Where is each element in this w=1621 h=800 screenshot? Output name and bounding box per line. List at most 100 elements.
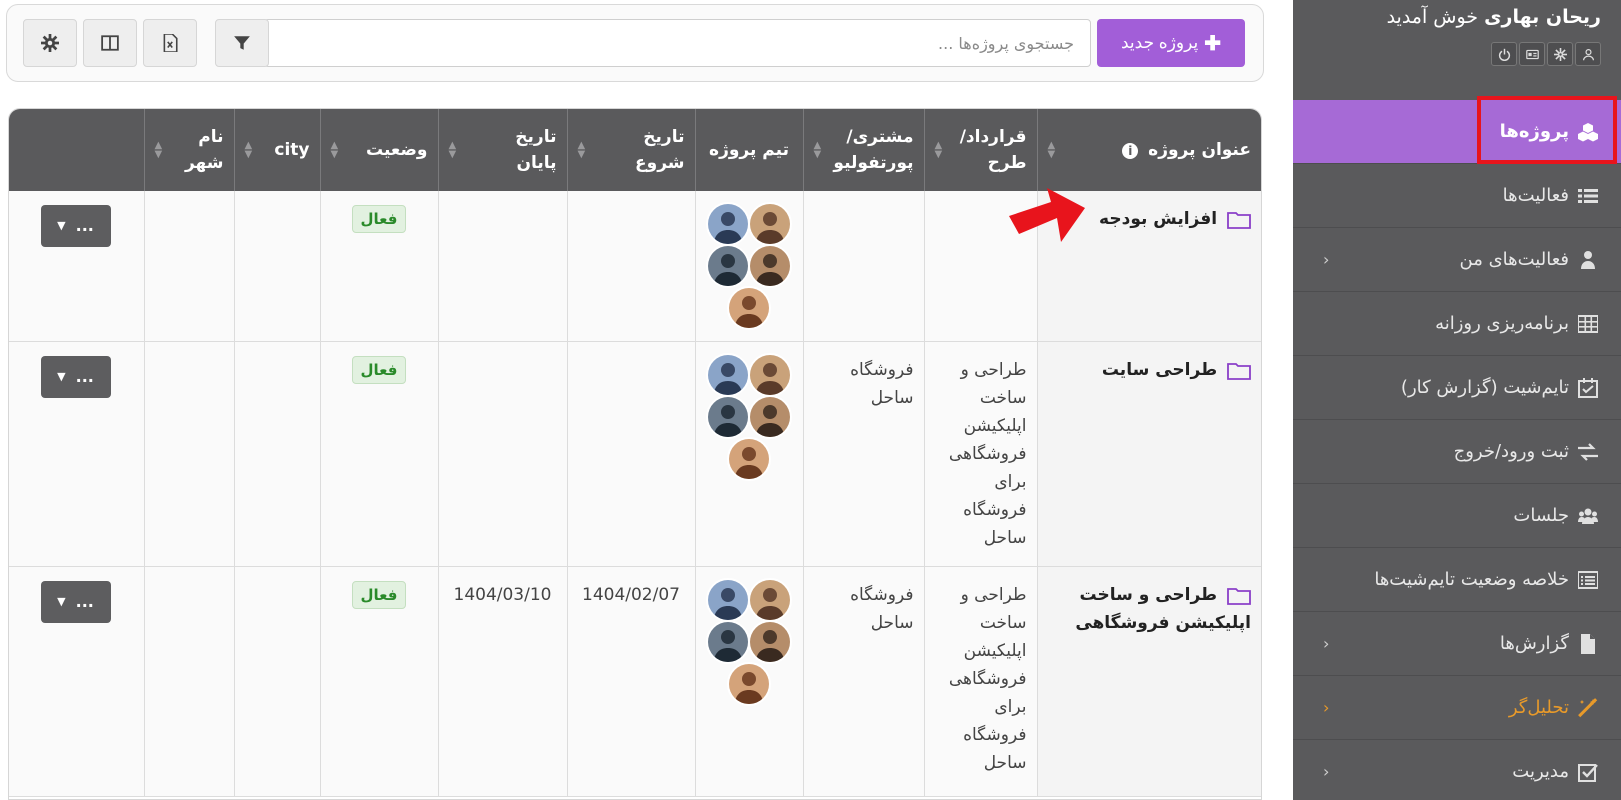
sidebar-item-check-in-out[interactable]: ثبت ورود/خروج xyxy=(1293,420,1621,484)
sidebar-item-timesheet[interactable]: تایم‌شیت (گزارش کار) xyxy=(1293,356,1621,420)
header-label: قرارداد/ طرح xyxy=(959,127,1027,173)
columns-button[interactable] xyxy=(83,19,137,67)
new-project-button[interactable]: ✚ پروژه جدید xyxy=(1097,19,1245,67)
file-icon xyxy=(1577,633,1599,655)
avatar[interactable] xyxy=(748,620,792,664)
sidebar-item-label: خلاصه وضعیت تایم‌شیت‌ها xyxy=(1374,569,1569,590)
sidebar-item-label: جلسات xyxy=(1513,505,1569,526)
excel-export-button[interactable] xyxy=(143,19,197,67)
sidebar-item-reports[interactable]: گزارش‌ها ‹ xyxy=(1293,612,1621,676)
col-header-contract[interactable]: قرارداد/ طرح ▲ ▼ xyxy=(923,109,1037,191)
project-title[interactable]: طراحی و ساخت اپلیکیشن فروشگاهی xyxy=(1075,585,1251,633)
col-header-client[interactable]: مشتری/ پورتفولیو ▲ ▼ xyxy=(802,109,924,191)
sidebar-item-label: فعالیت‌های من xyxy=(1459,249,1570,270)
table-row[interactable]: طراحی سایت طراحی و ساخت اپلیکیشن فروشگاه… xyxy=(9,341,1261,567)
filter-button[interactable] xyxy=(215,19,269,67)
avatar[interactable] xyxy=(748,202,792,246)
col-header-team: تیم پروژه xyxy=(694,109,803,191)
project-title[interactable]: افزایش بودجه xyxy=(1099,209,1217,229)
sidebar-item-daily-planning[interactable]: برنامه‌ریزی روزانه xyxy=(1293,292,1621,356)
cell-start-date xyxy=(566,341,695,567)
sort-icon[interactable]: ▲ ▼ xyxy=(935,141,943,160)
avatar[interactable] xyxy=(706,244,750,288)
gear-icon[interactable] xyxy=(1547,42,1573,66)
row-actions-dropdown[interactable]: ... ▼ xyxy=(40,581,111,623)
col-header-status[interactable]: وضعیت ▲ ▼ xyxy=(319,109,438,191)
row-actions-dropdown[interactable]: ... ▼ xyxy=(40,356,111,398)
avatar[interactable] xyxy=(748,353,792,397)
col-header-start-date[interactable]: تاریخ شروع ▲ ▼ xyxy=(566,109,695,191)
settings-button[interactable] xyxy=(23,19,77,67)
avatar[interactable] xyxy=(748,395,792,439)
sidebar-item-projects[interactable]: پروژه‌ها xyxy=(1293,100,1621,164)
sidebar-item-meetings[interactable]: جلسات xyxy=(1293,484,1621,548)
sidebar-item-management[interactable]: مدیریت ‹ xyxy=(1293,740,1621,800)
info-icon[interactable]: i xyxy=(1122,143,1139,159)
col-header-actions xyxy=(9,109,144,191)
sort-icon[interactable]: ▲ ▼ xyxy=(814,141,822,160)
new-project-label: پروژه جدید xyxy=(1121,33,1199,52)
sort-icon[interactable]: ▲ ▼ xyxy=(578,141,586,160)
user-actions xyxy=(1491,42,1601,66)
id-card-icon[interactable] xyxy=(1519,42,1545,66)
avatar[interactable] xyxy=(727,286,771,330)
avatar[interactable] xyxy=(727,437,771,481)
cell-city-name xyxy=(143,191,234,342)
cell-team xyxy=(694,341,803,567)
cell-actions: ... ▼ xyxy=(9,566,144,797)
table-row[interactable]: طراحی و ساخت اپلیکیشن فروشگاهی طراحی و س… xyxy=(9,566,1261,797)
avatar[interactable] xyxy=(706,620,750,664)
client-text: فروشگاه ساحل xyxy=(850,360,914,408)
status-badge: فعال xyxy=(351,356,407,384)
user-tasks-icon xyxy=(1577,249,1599,271)
sidebar-item-label: گزارش‌ها xyxy=(1499,633,1569,654)
cell-status: فعال xyxy=(319,566,438,797)
sidebar-item-activities[interactable]: فعالیت‌ها xyxy=(1293,164,1621,228)
header-label: نام شهر xyxy=(184,127,224,173)
col-header-city[interactable]: city ▲ ▼ xyxy=(233,109,320,191)
sidebar-item-analyzer[interactable]: تحلیل‌گر ‹ xyxy=(1293,676,1621,740)
power-icon[interactable] xyxy=(1491,42,1517,66)
start-date: 1404/02/07 xyxy=(582,585,680,605)
user-icon[interactable] xyxy=(1575,42,1601,66)
col-header-city-name[interactable]: نام شهر ▲ ▼ xyxy=(143,109,234,191)
avatar[interactable] xyxy=(748,578,792,622)
chevron-left-icon: ‹ xyxy=(1323,762,1330,781)
team-avatars xyxy=(705,353,793,481)
folder-icon xyxy=(1227,361,1251,380)
magic-wand-icon xyxy=(1577,697,1599,719)
sort-icon[interactable]: ▲ ▼ xyxy=(155,141,163,160)
avatar[interactable] xyxy=(706,353,750,397)
plus-icon: ✚ xyxy=(1204,32,1222,55)
search-input[interactable] xyxy=(264,19,1091,67)
cell-team xyxy=(694,191,803,342)
cell-title[interactable]: طراحی و ساخت اپلیکیشن فروشگاهی xyxy=(1036,566,1261,797)
sort-icon[interactable]: ▲ ▼ xyxy=(331,141,339,160)
avatar[interactable] xyxy=(727,662,771,706)
sidebar-item-my-activities[interactable]: فعالیت‌های من ‹ xyxy=(1293,228,1621,292)
sidebar-item-label: مدیریت xyxy=(1512,761,1569,782)
avatar[interactable] xyxy=(706,395,750,439)
chevron-left-icon: ‹ xyxy=(1323,698,1330,717)
cell-client xyxy=(802,191,924,342)
sidebar: ریحان بهاری خوش آمدید پروژه‌ها فعالیت‌ها… xyxy=(1293,0,1621,800)
sort-icon[interactable]: ▲ ▼ xyxy=(1048,141,1056,160)
sort-icon[interactable]: ▲ ▼ xyxy=(245,141,253,160)
sidebar-item-label: تایم‌شیت (گزارش کار) xyxy=(1400,377,1569,398)
row-actions-dropdown[interactable]: ... ▼ xyxy=(40,205,111,247)
project-title[interactable]: طراحی سایت xyxy=(1102,360,1217,380)
cubes-icon xyxy=(1577,121,1599,143)
cell-title[interactable]: طراحی سایت xyxy=(1036,341,1261,567)
sidebar-item-timesheet-summary[interactable]: خلاصه وضعیت تایم‌شیت‌ها xyxy=(1293,548,1621,612)
col-header-title[interactable]: عنوان پروژه i ▲ ▼ xyxy=(1036,109,1261,191)
header-label: مشتری/ پورتفولیو xyxy=(833,127,914,173)
sort-icon[interactable]: ▲ ▼ xyxy=(449,141,457,160)
header-label: تاریخ پایان xyxy=(515,127,557,173)
avatar[interactable] xyxy=(748,244,792,288)
avatar[interactable] xyxy=(706,578,750,622)
avatar[interactable] xyxy=(706,202,750,246)
header-label: عنوان پروژه xyxy=(1148,140,1251,160)
col-header-end-date[interactable]: تاریخ پایان ▲ ▼ xyxy=(437,109,567,191)
sidebar-item-label: پروژه‌ها xyxy=(1499,121,1569,142)
team-avatars xyxy=(705,202,793,330)
